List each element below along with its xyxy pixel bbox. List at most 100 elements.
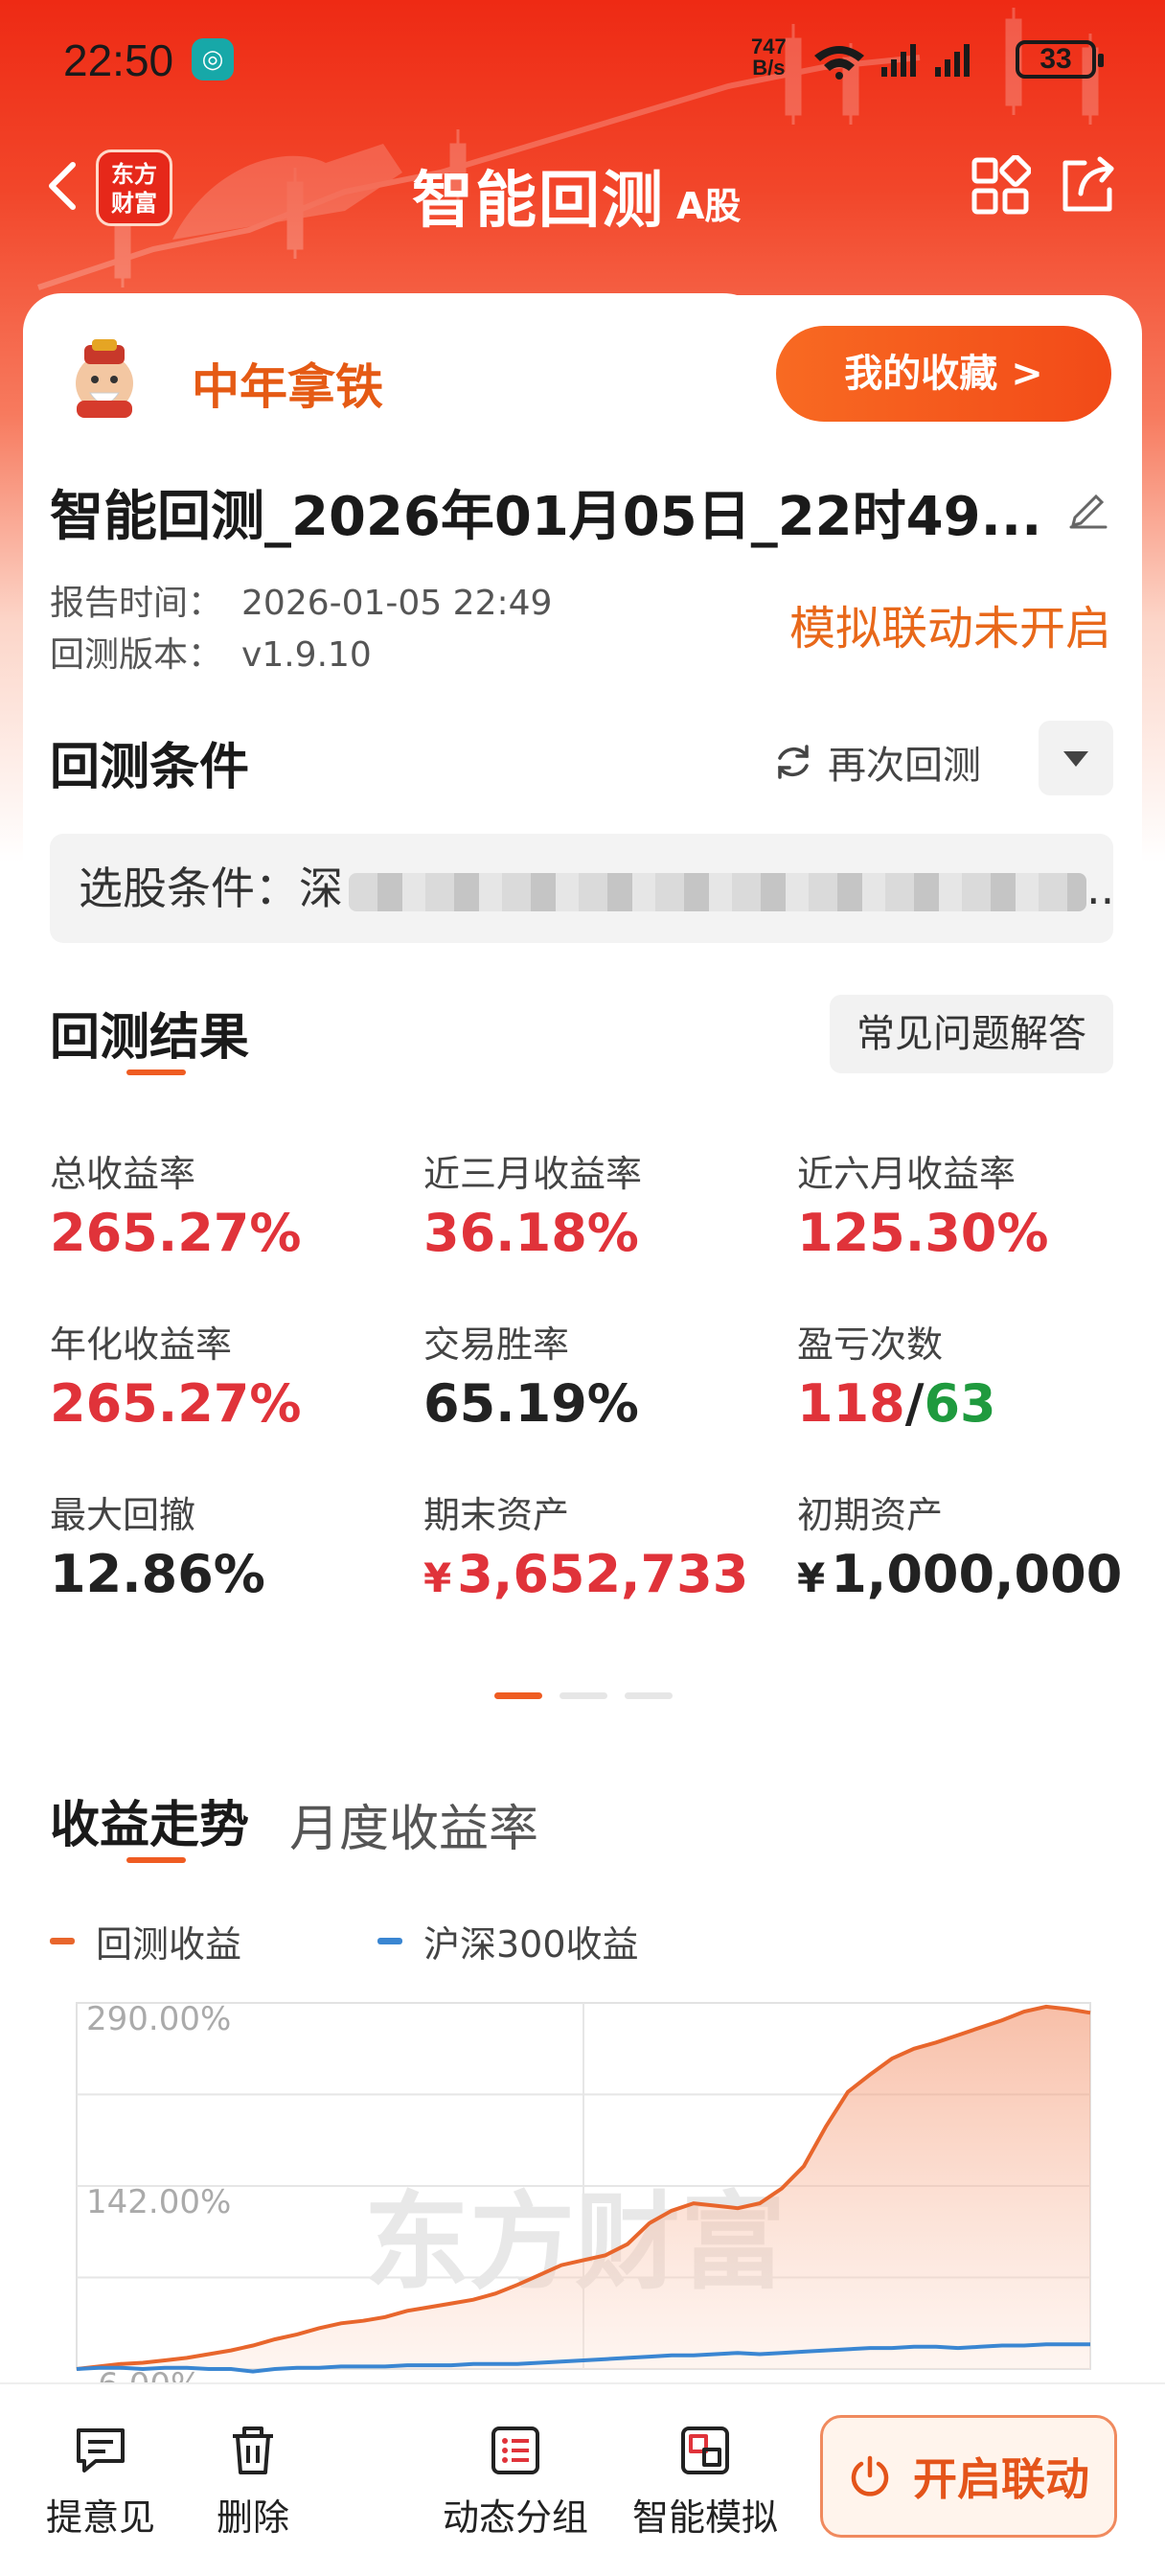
- metric-label: 年化收益率: [50, 1323, 233, 1366]
- blurred-filter-text: [349, 872, 1086, 911]
- metric-label: 最大回撤: [50, 1494, 196, 1536]
- faq-button[interactable]: 常见问题解答: [830, 995, 1113, 1073]
- metric-win-loss-count: 盈亏次数 118/63: [797, 1315, 1161, 1434]
- report-time-value: 2026-01-05 22:49: [241, 584, 553, 623]
- smart-simulation-label: 智能模拟: [632, 2496, 779, 2539]
- page-dot: [560, 1692, 607, 1699]
- metric-final-assets: 期末资产 ¥3,652,733: [423, 1485, 788, 1604]
- market-tag: A股: [676, 185, 742, 227]
- metric-label: 近三月收益率: [423, 1153, 643, 1195]
- metric-6m-return: 近六月收益率 125.30%: [797, 1144, 1161, 1263]
- retest-label: 再次回测: [828, 744, 981, 788]
- metric-win-rate: 交易胜率 65.19%: [423, 1315, 788, 1434]
- nav-bar: 东方 财富 智能回测 A股: [0, 134, 1165, 240]
- dynamic-group-label: 动态分组: [443, 2496, 589, 2539]
- report-title[interactable]: 智能回测_2026年01月05日_22时49...: [50, 473, 1041, 551]
- metric-total-return: 总收益率 265.27%: [50, 1144, 414, 1263]
- user-avatar[interactable]: [63, 337, 146, 420]
- metric-max-drawdown: 最大回撤 12.86%: [50, 1485, 414, 1604]
- legend-benchmark: 沪深300收益: [377, 1915, 639, 1967]
- enable-link-button[interactable]: 开启联动: [820, 2415, 1117, 2538]
- retest-button[interactable]: 再次回测: [772, 734, 981, 790]
- dynamic-group-button[interactable]: 动态分组: [443, 2423, 588, 2541]
- edit-pencil-icon[interactable]: [1067, 487, 1109, 529]
- signal-icons: [814, 44, 970, 80]
- loss-count: 63: [924, 1373, 996, 1434]
- back-arrow-icon[interactable]: [38, 159, 92, 213]
- metric-value: 125.30%: [797, 1203, 1049, 1263]
- page-title: 智能回测: [412, 166, 665, 237]
- smart-simulation-button[interactable]: 智能模拟: [632, 2423, 778, 2541]
- legend-strategy: 回测收益: [50, 1915, 241, 1967]
- page-dot: [494, 1692, 542, 1699]
- app-notification-icon: ◎: [192, 38, 234, 80]
- network-speed: 747 B/s: [751, 36, 787, 79]
- metric-label: 总收益率: [50, 1153, 196, 1195]
- metric-value: 1,000,000: [831, 1544, 1123, 1604]
- legend-label: 沪深300收益: [423, 1923, 639, 1966]
- power-icon: [851, 2455, 889, 2496]
- win-loss-separator: /: [904, 1373, 925, 1434]
- stock-filter-ellipsis: ...: [1086, 862, 1113, 914]
- metric-value: 3,652,733: [457, 1544, 749, 1604]
- win-count: 118: [797, 1373, 905, 1434]
- report-time: 报告时间： 2026-01-05 22:49: [50, 575, 552, 625]
- metric-label: 盈亏次数: [797, 1323, 944, 1366]
- results-title-underline: [126, 1070, 186, 1075]
- feedback-label: 提意见: [46, 2496, 156, 2539]
- feedback-icon: [77, 2428, 125, 2472]
- conditions-dropdown-button[interactable]: [1039, 721, 1113, 795]
- metric-annual-return: 年化收益率 265.27%: [50, 1315, 414, 1434]
- brand-logo-line1: 东方: [111, 161, 157, 188]
- stock-filter-label: 选股条件：: [79, 862, 299, 914]
- legend-swatch: [50, 1938, 75, 1944]
- report-time-label: 报告时间：: [50, 584, 223, 623]
- conditions-title: 回测条件: [50, 739, 250, 796]
- tab-return-trend[interactable]: 收益走势: [50, 1784, 249, 1856]
- legend-label: 回测收益: [96, 1923, 242, 1966]
- simulation-icon: [681, 2426, 729, 2474]
- report-version: 回测版本： v1.9.10: [50, 627, 372, 677]
- metric-label: 近六月收益率: [797, 1153, 1017, 1195]
- delete-label: 删除: [217, 2496, 290, 2539]
- network-speed-unit: B/s: [752, 56, 786, 80]
- trend-tab-underline: [126, 1857, 186, 1863]
- tab-monthly-return[interactable]: 月度收益率: [289, 1788, 538, 1860]
- currency-symbol: ¥: [423, 1554, 452, 1601]
- metric-3m-return: 近三月收益率 36.18%: [423, 1144, 788, 1263]
- stock-filter-value: 深: [299, 862, 343, 914]
- triangle-down-icon: [1063, 751, 1088, 767]
- metric-label: 期末资产: [423, 1494, 570, 1536]
- share-icon[interactable]: [1056, 153, 1119, 217]
- battery-icon: 33: [1016, 40, 1104, 79]
- report-version-label: 回测版本：: [50, 635, 223, 675]
- results-title: 回测结果: [50, 1009, 250, 1067]
- status-bar: 22:50 ◎ 747 B/s 33: [0, 0, 1165, 115]
- metric-value: 265.27%: [50, 1203, 302, 1263]
- metric-value: 12.86%: [50, 1544, 265, 1604]
- refresh-icon: [778, 745, 809, 779]
- trash-icon: [233, 2426, 273, 2474]
- metric-initial-assets: 初期资产 ¥1,000,000: [797, 1485, 1161, 1604]
- bottom-action-bar: 提意见 删除 动态分组 智能模拟 开启联动: [0, 2382, 1165, 2576]
- metric-value: 36.18%: [423, 1203, 639, 1263]
- legend-swatch: [377, 1938, 402, 1944]
- my-favorites-button[interactable]: 我的收藏 >: [776, 326, 1111, 422]
- currency-symbol: ¥: [797, 1554, 826, 1601]
- list-icon: [491, 2426, 539, 2474]
- status-time: 22:50: [63, 35, 174, 85]
- stock-filter-box[interactable]: 选股条件：深...: [50, 834, 1113, 943]
- report-version-value: v1.9.10: [241, 635, 372, 675]
- apps-grid-icon[interactable]: [970, 155, 1031, 217]
- metric-label: 初期资产: [797, 1494, 944, 1536]
- brand-logo: 东方 财富: [96, 150, 172, 226]
- simulation-status[interactable]: 模拟联动未开启: [789, 590, 1111, 657]
- metric-value: 265.27%: [50, 1373, 302, 1434]
- delete-button[interactable]: 删除: [217, 2423, 289, 2541]
- network-speed-value: 747: [751, 34, 787, 58]
- metric-value: 65.19%: [423, 1373, 639, 1434]
- feedback-button[interactable]: 提意见: [46, 2423, 155, 2541]
- enable-link-label: 开启联动: [913, 2453, 1089, 2505]
- brand-logo-line2: 财富: [111, 190, 157, 217]
- metric-label: 交易胜率: [423, 1323, 570, 1366]
